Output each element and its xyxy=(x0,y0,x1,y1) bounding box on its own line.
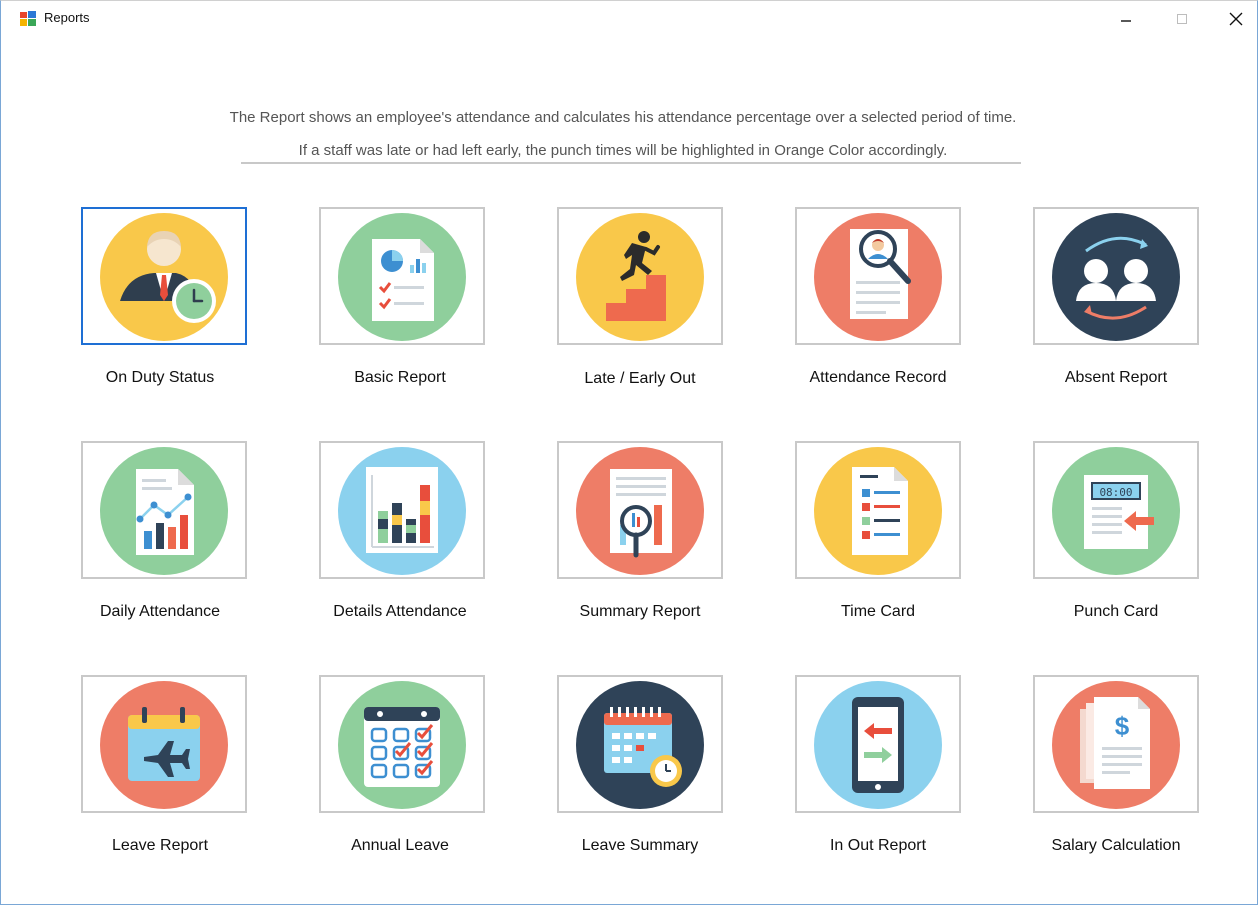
annual-leave-label: Annual Leave xyxy=(351,837,449,854)
reports-window: Reports The Report shows an employee's a… xyxy=(0,0,1258,905)
reports-app-icon xyxy=(20,11,36,26)
leave-summary-button[interactable] xyxy=(557,675,723,813)
minimize-icon xyxy=(1121,20,1131,22)
on-duty-status-button[interactable] xyxy=(81,207,247,345)
time-card-icon xyxy=(814,447,942,575)
window-title: Reports xyxy=(44,10,90,25)
close-icon xyxy=(1229,12,1243,26)
details-attendance-icon xyxy=(338,447,466,575)
annual-leave-icon xyxy=(338,681,466,809)
annual-leave-button[interactable] xyxy=(319,675,485,813)
punch-card-icon: 08:00 xyxy=(1052,447,1180,575)
description-divider xyxy=(241,162,1021,164)
summary-report-label: Summary Report xyxy=(579,603,701,620)
minimize-button[interactable] xyxy=(1111,7,1141,31)
daily-attendance-label: Daily Attendance xyxy=(99,603,221,620)
punch-card-time: 08:00 xyxy=(1099,486,1132,499)
in-out-report-label: In Out Report xyxy=(829,837,927,854)
punch-card-label: Punch Card xyxy=(1073,603,1159,620)
close-button[interactable] xyxy=(1221,7,1251,31)
attendance-record-label: Attendance Record xyxy=(809,369,947,386)
basic-report-label: Basic Report xyxy=(354,369,446,386)
punch-card-button[interactable]: 08:00 xyxy=(1033,441,1199,579)
description-line-1: The Report shows an employee's attendanc… xyxy=(229,109,1017,126)
summary-report-icon xyxy=(576,447,704,575)
salary-calculation-button[interactable]: $ xyxy=(1033,675,1199,813)
title-bar[interactable]: Reports xyxy=(1,1,1257,35)
attendance-record-icon xyxy=(814,213,942,341)
salary-calculation-label: Salary Calculation xyxy=(1051,837,1181,854)
maximize-button[interactable] xyxy=(1167,7,1197,31)
leave-summary-label: Leave Summary xyxy=(581,837,699,854)
details-attendance-label: Details Attendance xyxy=(333,603,467,620)
maximize-icon xyxy=(1177,14,1187,24)
absent-report-icon xyxy=(1052,213,1180,341)
time-card-button[interactable] xyxy=(795,441,961,579)
leave-report-icon xyxy=(100,681,228,809)
time-card-label: Time Card xyxy=(840,603,916,620)
leave-summary-icon xyxy=(576,681,704,809)
leave-report-button[interactable] xyxy=(81,675,247,813)
daily-attendance-button[interactable] xyxy=(81,441,247,579)
absent-report-button[interactable] xyxy=(1033,207,1199,345)
details-attendance-button[interactable] xyxy=(319,441,485,579)
salary-currency-symbol: $ xyxy=(1115,711,1130,741)
on-duty-icon xyxy=(100,213,228,341)
basic-report-button[interactable] xyxy=(319,207,485,345)
in-out-report-icon xyxy=(814,681,942,809)
basic-report-icon xyxy=(338,213,466,341)
salary-calculation-icon: $ xyxy=(1052,681,1180,809)
late-early-icon xyxy=(576,213,704,341)
late-early-out-label: Late / Early Out xyxy=(584,370,696,387)
absent-report-label: Absent Report xyxy=(1064,369,1168,386)
report-description: The Report shows an employee's attendanc… xyxy=(1,101,1245,167)
daily-attendance-icon xyxy=(100,447,228,575)
on-duty-status-label: On Duty Status xyxy=(105,369,215,386)
leave-report-label: Leave Report xyxy=(111,837,209,854)
attendance-record-button[interactable] xyxy=(795,207,961,345)
late-early-out-button[interactable] xyxy=(557,207,723,345)
in-out-report-button[interactable] xyxy=(795,675,961,813)
summary-report-button[interactable] xyxy=(557,441,723,579)
